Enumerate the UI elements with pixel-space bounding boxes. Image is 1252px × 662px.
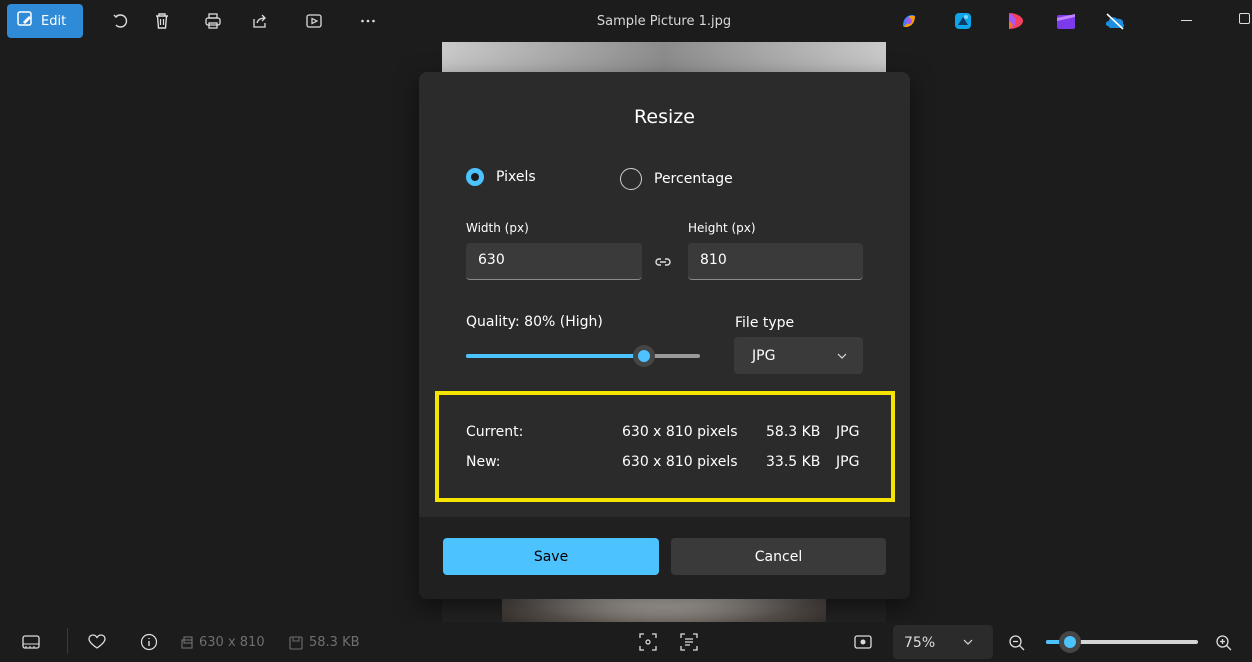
zoom-slider[interactable] xyxy=(1046,631,1198,653)
rotate-button[interactable] xyxy=(106,7,134,35)
image-dimensions: 630 x 810 xyxy=(199,635,265,650)
share-icon xyxy=(253,14,266,28)
zoom-in-icon[interactable] xyxy=(1215,634,1233,652)
rotate-icon xyxy=(113,14,128,28)
pixels-radio-label: Pixels xyxy=(496,169,536,185)
info-icon[interactable] xyxy=(140,633,158,651)
status-bar: 630 x 810 58.3 KB 75% xyxy=(0,622,1252,662)
resize-dialog: Resize Pixels Percentage Width (px) Heig… xyxy=(419,72,910,599)
chevron-down-icon xyxy=(837,353,847,359)
cancel-button[interactable]: Cancel xyxy=(671,538,886,575)
quality-slider[interactable] xyxy=(466,345,700,367)
divider xyxy=(67,628,68,654)
maximize-icon[interactable] xyxy=(1239,13,1250,24)
height-label: Height (px) xyxy=(688,221,756,235)
text-scan-icon[interactable] xyxy=(680,633,698,651)
dialog-footer: Save Cancel xyxy=(419,517,910,599)
image-creator-icon[interactable] xyxy=(954,11,972,31)
print-button[interactable] xyxy=(199,7,227,35)
delete-icon xyxy=(156,13,168,29)
width-input[interactable]: 630 xyxy=(466,243,642,280)
link-icon[interactable] xyxy=(654,254,672,268)
designer-icon[interactable] xyxy=(1007,11,1025,31)
fit-screen-icon[interactable] xyxy=(854,634,872,650)
more-button[interactable] xyxy=(354,7,382,35)
filmstrip-icon[interactable] xyxy=(22,634,40,650)
percentage-radio[interactable]: Percentage xyxy=(620,168,733,190)
height-input[interactable]: 810 xyxy=(688,243,863,280)
onedrive-offline-icon[interactable] xyxy=(1104,12,1126,30)
pixels-radio[interactable]: Pixels xyxy=(466,168,536,186)
zoom-out-icon[interactable] xyxy=(1008,634,1026,652)
more-icon xyxy=(361,19,375,23)
slideshow-button[interactable] xyxy=(300,7,328,35)
zoom-value: 75% xyxy=(904,635,936,651)
radio-selected-icon xyxy=(466,168,484,186)
edit-icon xyxy=(16,10,34,32)
dialog-title: Resize xyxy=(634,106,695,128)
print-icon xyxy=(205,13,221,29)
title-bar: Edit Sample Picture 1.jpg xyxy=(0,0,1252,42)
file-type-select[interactable]: JPG xyxy=(734,337,863,374)
slideshow-icon xyxy=(306,14,322,28)
radio-unselected-icon xyxy=(620,168,642,190)
save-button[interactable]: Save xyxy=(443,538,659,575)
delete-button[interactable] xyxy=(148,7,176,35)
minimize-icon[interactable] xyxy=(1181,20,1192,21)
file-type-label: File type xyxy=(735,315,795,331)
dimensions-icon xyxy=(180,635,194,649)
share-button[interactable] xyxy=(246,7,274,35)
favorite-heart-icon[interactable] xyxy=(88,634,106,650)
width-label: Width (px) xyxy=(466,221,529,235)
zoom-slider-thumb[interactable] xyxy=(1059,631,1081,653)
quality-label: Quality: 80% (High) xyxy=(466,314,603,330)
edit-label: Edit xyxy=(41,13,67,29)
copilot-icon[interactable] xyxy=(900,12,918,30)
highlight-box xyxy=(435,391,895,502)
file-type-value: JPG xyxy=(752,347,776,364)
window-title: Sample Picture 1.jpg xyxy=(596,14,732,29)
zoom-select[interactable]: 75% xyxy=(893,625,993,659)
chevron-down-icon xyxy=(963,639,973,645)
save-file-icon xyxy=(289,635,303,650)
edit-button[interactable]: Edit xyxy=(7,4,83,38)
quality-slider-thumb[interactable] xyxy=(633,345,655,367)
clipchamp-icon[interactable] xyxy=(1056,12,1076,30)
quality-slider-fill xyxy=(466,354,644,358)
focus-frame-icon[interactable] xyxy=(639,633,657,651)
photo-top-strip xyxy=(442,42,886,72)
file-size: 58.3 KB xyxy=(309,635,360,650)
percentage-radio-label: Percentage xyxy=(654,171,733,187)
